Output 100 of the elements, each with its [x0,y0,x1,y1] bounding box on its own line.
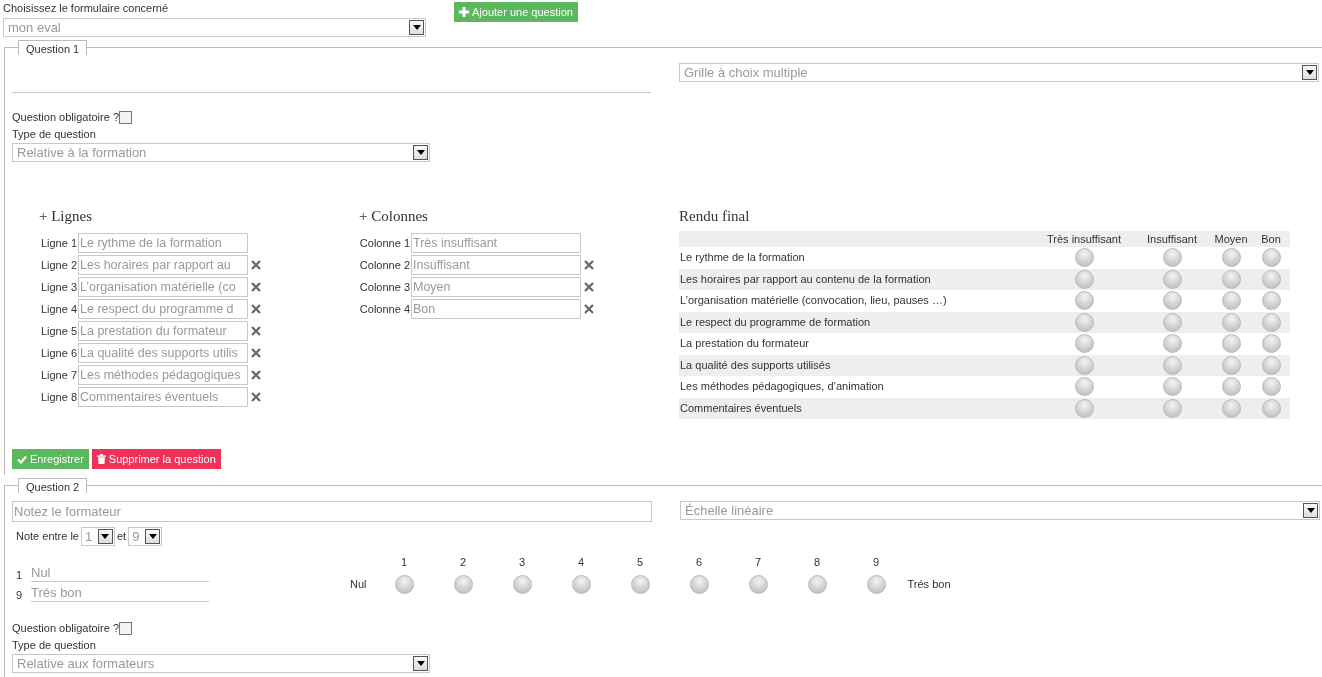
radio-button[interactable] [807,575,827,594]
row-label: Les horaires par rapport au contenu de la formation [679,272,932,286]
select-field[interactable]: Échelle linéaire [680,501,1320,520]
required-checkbox[interactable] [119,111,132,124]
radio-button[interactable] [1261,248,1281,268]
column-field[interactable]: Insuffisant [411,255,581,275]
required-checkbox[interactable] [119,622,132,635]
delete-button[interactable]: Supprimer la question [91,449,221,469]
radio-button[interactable] [1221,355,1241,375]
select-field[interactable]: mon eval [3,18,426,37]
row-label: Le rythme de la formation [679,251,806,265]
radio-button[interactable] [1261,355,1281,375]
line-field[interactable]: La qualité des supports utilis [78,343,248,363]
radio-button[interactable] [1162,355,1182,375]
radio-button[interactable] [1162,398,1182,418]
question-type-label: Type de question [12,639,97,652]
radio-button[interactable] [1221,269,1241,289]
scale-number: 3 [518,556,526,569]
column-label: Colonne 3 [359,280,410,294]
close-icon[interactable] [251,370,261,380]
radio-button[interactable] [1074,291,1094,311]
radio-button[interactable] [571,575,591,594]
radio-button[interactable] [1221,248,1241,268]
close-icon[interactable] [584,282,594,292]
radio-button[interactable] [1261,334,1281,354]
close-icon[interactable] [251,392,261,402]
radio-button[interactable] [1221,398,1241,418]
radio-button[interactable] [1162,312,1182,332]
radio-button[interactable] [394,575,414,594]
radio-button[interactable] [1162,377,1182,397]
line-field[interactable]: Le respect du programme d [78,299,248,319]
radio-button[interactable] [630,575,650,594]
line-label: Ligne 4 [39,302,77,316]
line-field[interactable]: La prestation du formateur [78,321,248,341]
select-field[interactable]: 1 [81,527,115,546]
column-header: Insuffisant [1146,232,1198,246]
save-button[interactable]: Enregistrer [12,449,89,469]
select-field[interactable]: 9 [128,527,163,546]
close-icon[interactable] [251,348,261,358]
close-icon[interactable] [251,326,261,336]
line-field[interactable]: Les méthodes pédagogiques [78,365,248,385]
radio-button[interactable] [1074,377,1094,397]
close-icon[interactable] [584,304,594,314]
radio-button[interactable] [1074,355,1094,375]
range-label: Note entre le [16,530,79,543]
radio-button[interactable] [1221,334,1241,354]
close-icon[interactable] [251,282,261,292]
select-field[interactable]: Grille à choix multiple [679,63,1319,82]
endpoint-label-field[interactable]: Nul [31,564,209,582]
radio-button[interactable] [1162,269,1182,289]
select-field[interactable]: Relative aux formateurs [12,654,430,673]
endpoint-label-field[interactable]: Trés bon [31,584,209,602]
columns-heading[interactable]: + Colonnes [359,207,428,225]
radio-button[interactable] [1074,398,1094,418]
question-legend: Question 1 [18,40,88,55]
radio-button[interactable] [1261,269,1281,289]
lines-heading[interactable]: + Lignes [39,207,93,225]
scale-number: 6 [695,556,703,569]
row-label: Commentaires éventuels [679,401,803,415]
radio-button[interactable] [453,575,473,594]
radio-button[interactable] [1162,248,1182,268]
column-field[interactable]: Moyen [411,277,581,297]
column-label: Colonne 1 [359,236,410,250]
radio-button[interactable] [1162,334,1182,354]
radio-button[interactable] [1074,312,1094,332]
scale-number: 5 [636,556,644,569]
radio-button[interactable] [866,575,886,594]
caret-icon [145,529,161,544]
radio-button[interactable] [748,575,768,594]
radio-button[interactable] [1261,377,1281,397]
radio-button[interactable] [1261,291,1281,311]
radio-button[interactable] [1261,312,1281,332]
radio-button[interactable] [512,575,532,594]
radio-button[interactable] [1074,269,1094,289]
add-question-button[interactable]: Ajouter une question [454,2,578,22]
line-label: Ligne 6 [39,346,77,360]
radio-button[interactable] [1261,398,1281,418]
close-icon[interactable] [251,260,261,270]
radio-button[interactable] [1221,377,1241,397]
radio-button[interactable] [1074,334,1094,354]
close-icon[interactable] [251,304,261,314]
line-field[interactable]: Commentaires éventuels [78,387,248,407]
line-field[interactable]: L’organisation matérielle (co [78,277,248,297]
question-title-field[interactable]: Notez le formateur [12,501,652,522]
radio-button[interactable] [1162,291,1182,311]
line-field[interactable]: Le rythme de la formation [78,233,248,253]
select-field[interactable]: Relative à la formation [12,143,430,162]
radio-button[interactable] [1221,291,1241,311]
row-label: La prestation du formateur [679,337,811,351]
column-field[interactable]: Très insuffisant [411,233,581,253]
plus-icon [459,7,469,17]
radio-button[interactable] [689,575,709,594]
radio-button[interactable] [1074,248,1094,268]
field-label: Choisissez le formulaire concerné [3,2,170,15]
line-label: Ligne 2 [39,258,77,272]
column-field[interactable]: Bon [411,299,581,319]
line-label: Ligne 1 [39,236,77,250]
close-icon[interactable] [584,260,594,270]
line-field[interactable]: Les horaires par rapport au [78,255,248,275]
radio-button[interactable] [1221,312,1241,332]
